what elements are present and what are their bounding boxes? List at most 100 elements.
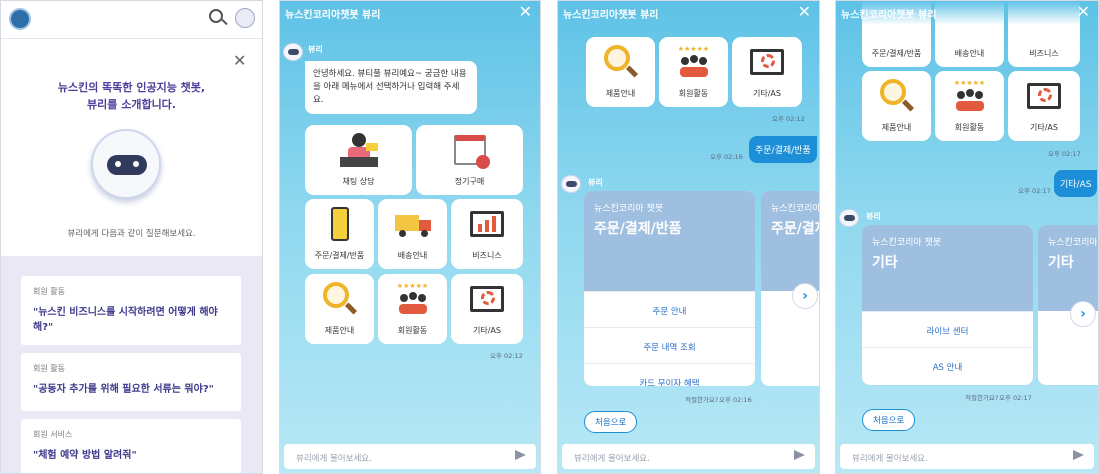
chat-panel-other: 주문/결제/반품 배송안내 비즈니스 뉴스킨코리아챗봇 뷰리 ✕ 제품안내 ★★… — [835, 0, 1099, 474]
question-card[interactable]: 회원 활동 "뉴스킨 비즈니스를 시작하려면 어떻게 해야 해?" — [21, 276, 241, 345]
menu-other-as[interactable]: 기타/AS — [1008, 71, 1080, 141]
feedback-text: 적절한가요? — [685, 396, 719, 404]
menu-other-as[interactable]: 기타/AS — [451, 274, 523, 344]
chat-panel-order: 뉴스킨코리아챗봇 뷰리 ✕ 제품안내 ★★★★★ 회원활동 기타/AS 오후 0… — [557, 0, 820, 474]
calendar-icon — [453, 135, 490, 169]
monitor-gear-icon — [1027, 83, 1061, 109]
message-time: 오후 02:16 — [710, 153, 743, 161]
chat-input[interactable]: 뷰리에게 물어보세요. — [840, 444, 1094, 469]
search-handle — [221, 18, 228, 26]
monitor-gear-icon — [750, 49, 784, 75]
card-option[interactable]: 카드 무이자 혜택 — [584, 363, 755, 386]
menu-label: 기타/AS — [753, 89, 781, 98]
intro-prompt: 뷰리에게 다음과 같이 질문해보세요. — [67, 229, 196, 239]
members-icon: ★★★★★ — [952, 79, 988, 113]
menu-label: 제품안내 — [881, 123, 912, 132]
close-icon[interactable]: ✕ — [798, 4, 811, 20]
message-time: 오후 02:17 — [1048, 150, 1081, 158]
menu-product[interactable]: 제품안내 — [586, 37, 655, 107]
menu-label: 회원활동 — [678, 89, 709, 98]
menu-other-as[interactable]: 기타/AS — [732, 37, 802, 107]
send-icon[interactable] — [794, 450, 805, 460]
menu-label: 정기구매 — [454, 177, 485, 186]
chatbot-avatar-icon[interactable] — [235, 8, 255, 28]
bot-avatar-icon — [283, 43, 303, 61]
card-header: 뉴스킨코리아 챗봇 주문/결제 — [761, 191, 819, 291]
card-option[interactable]: AS 안내 — [862, 347, 1033, 383]
magnifier-icon — [879, 79, 914, 113]
members-icon: ★★★★★ — [395, 282, 431, 316]
menu-product[interactable]: 제품안내 — [862, 71, 931, 141]
consultant-icon — [339, 133, 378, 169]
message-time: 오후 02:12 — [772, 115, 805, 123]
chat-title: 뉴스킨코리아챗봇 뷰리 — [563, 10, 659, 21]
menu-label: 회원활동 — [954, 123, 985, 132]
close-icon[interactable]: ✕ — [233, 51, 246, 70]
card-option[interactable]: 라이브 센터 — [862, 311, 1033, 347]
bot-avatar-icon — [561, 175, 581, 193]
message-time: 오후 02:12 — [490, 352, 523, 360]
menu-label: 비즈니스 — [1029, 49, 1059, 58]
intro-panel: ✕ 뉴스킨의 똑똑한 인공지능 챗봇, 뷰리를 소개합니다. 뷰리에게 다음과 … — [0, 0, 263, 474]
message-time: 오후 02:17 — [999, 394, 1032, 402]
menu-label: 배송안내 — [954, 49, 985, 58]
send-icon[interactable] — [515, 450, 526, 460]
menu-label: 주문/결제/반품 — [871, 49, 922, 58]
feedback-text: 적절한가요? — [965, 394, 999, 402]
menu-label: 비즈니스 — [472, 251, 502, 260]
card-header: 뉴스킨코리아 챗봇 주문/결제/반품 — [584, 191, 755, 291]
chat-title: 뉴스킨코리아챗봇 뷰리 — [285, 10, 381, 21]
chat-title: 뉴스킨코리아챗봇 뷰리 — [836, 1, 1098, 25]
robot-mascot-icon — [91, 129, 161, 199]
menu-subscription[interactable]: 정기구매 — [416, 125, 523, 195]
chat-input[interactable]: 뷰리에게 물어보세요. — [562, 444, 815, 469]
menu-label: 채팅 상담 — [342, 177, 375, 186]
send-icon[interactable] — [1073, 450, 1084, 460]
menu-delivery[interactable]: 배송안내 — [378, 199, 447, 269]
greeting-bubble: 안녕하세요. 뷰티풀 뷰리예요~ 궁금한 내용을 아래 메뉴에서 선택하거나 입… — [305, 61, 477, 114]
menu-membership[interactable]: ★★★★★ 회원활동 — [378, 274, 447, 344]
bot-name: 뷰리 — [308, 45, 323, 54]
question-card[interactable]: 회원 활동 "공동자 추가를 위해 필요한 서류는 뭐야?" — [21, 353, 241, 411]
menu-order[interactable]: 주문/결제/반품 — [305, 199, 374, 269]
menu-chat-consult[interactable]: 채팅 상담 — [305, 125, 412, 195]
question-card[interactable]: 회원 서비스 "체험 예약 방법 알려줘" — [21, 419, 241, 473]
menu-label: 회원활동 — [397, 326, 428, 335]
menu-product[interactable]: 제품안내 — [305, 274, 374, 344]
bot-name: 뷰리 — [866, 212, 881, 221]
bot-name: 뷰리 — [588, 178, 603, 187]
menu-label: 배송안내 — [397, 251, 428, 260]
truck-icon — [394, 215, 431, 237]
carousel-next-icon[interactable]: › — [1070, 301, 1096, 327]
monitor-chart-icon — [470, 211, 504, 237]
order-card: 뉴스킨코리아 챗봇 주문/결제/반품 주문 안내 주문 내역 조회 카드 무이자… — [584, 191, 755, 386]
message-time: 오후 02:16 — [719, 396, 752, 404]
other-card: 뉴스킨코리아 챗봇 기타 라이브 센터 AS 안내 — [862, 225, 1033, 385]
message-time: 오후 02:17 — [1018, 187, 1051, 195]
user-message: 기타/AS — [1054, 170, 1098, 197]
user-message: 주문/결제/반품 — [749, 136, 817, 163]
members-icon: ★★★★★ — [676, 45, 712, 79]
menu-label: 제품안내 — [324, 326, 355, 335]
carousel-next-icon[interactable]: › — [792, 283, 818, 309]
menu-label: 주문/결제/반품 — [314, 251, 365, 260]
chat-input[interactable]: 뷰리에게 물어보세요. — [284, 444, 536, 469]
chat-panel-menu: 뉴스킨코리아챗봇 뷰리 ✕ 뷰리 안녕하세요. 뷰티풀 뷰리예요~ 궁금한 내용… — [279, 0, 541, 474]
close-icon[interactable]: ✕ — [519, 4, 532, 20]
menu-business[interactable]: 비즈니스 — [451, 199, 523, 269]
menu-membership[interactable]: ★★★★★ 회원활동 — [935, 71, 1004, 141]
app-header — [1, 1, 262, 39]
card-option[interactable]: 주문 내역 조회 — [584, 327, 755, 363]
first-button[interactable]: 처음으로 — [584, 411, 638, 433]
monitor-gear-icon — [470, 286, 504, 312]
close-icon[interactable]: ✕ — [1077, 4, 1090, 20]
menu-label: 제품안내 — [605, 89, 636, 98]
first-button[interactable]: 처음으로 — [862, 409, 916, 431]
question-list: 회원 활동 "뉴스킨 비즈니스를 시작하려면 어떻게 해야 해?" 회원 활동 … — [1, 256, 262, 473]
intro-title: 뉴스킨의 똑똑한 인공지능 챗봇, 뷰리를 소개합니다. — [57, 81, 206, 111]
menu-membership[interactable]: ★★★★★ 회원활동 — [659, 37, 728, 107]
search-icon[interactable] — [209, 9, 223, 23]
card-option[interactable]: 주문 안내 — [584, 291, 755, 327]
menu-label: 기타/AS — [473, 326, 501, 335]
card-header: 뉴스킨코리아 챗봇 기타 — [1038, 225, 1098, 311]
